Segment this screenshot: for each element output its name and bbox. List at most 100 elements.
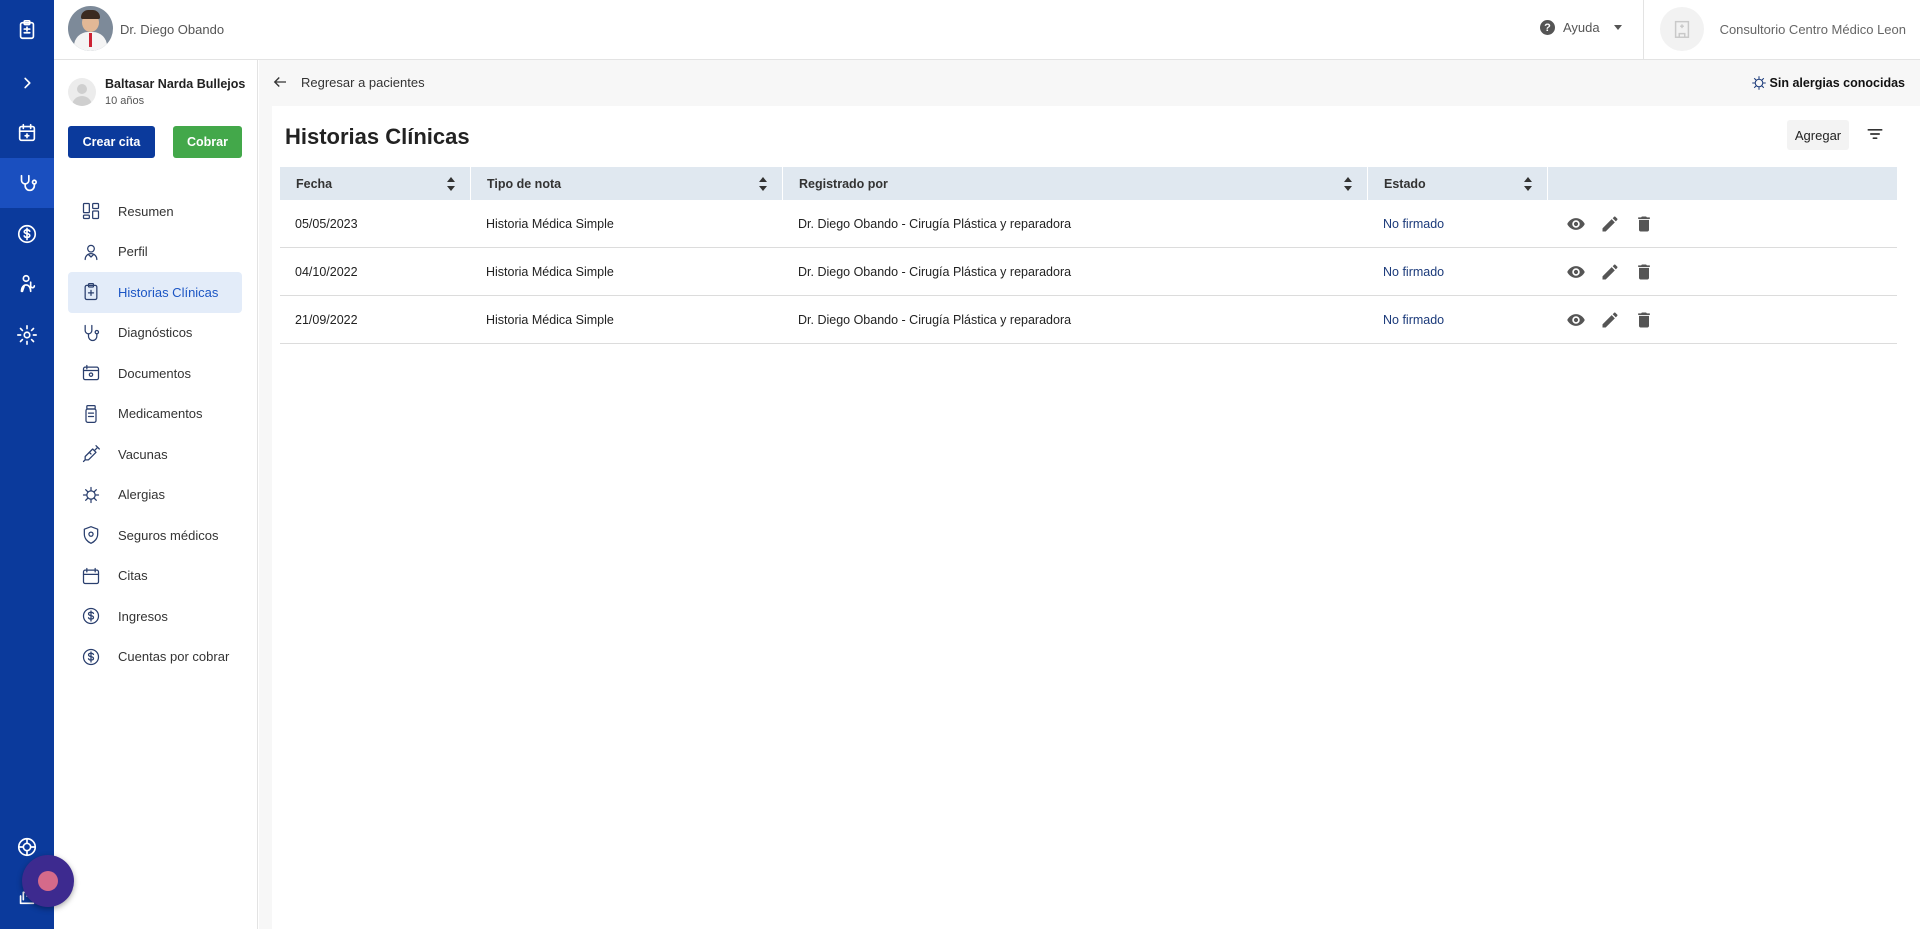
cell-estado: No firmado <box>1383 216 1445 231</box>
nav-item-label: Cuentas por cobrar <box>118 649 230 665</box>
nav-item-label: Ingresos <box>118 608 168 624</box>
cell-tipo: Historia Médica Simple <box>486 312 614 327</box>
cell-registrado: Dr. Diego Obando - Cirugía Plástica y re… <box>798 264 1072 279</box>
column-header-tipo[interactable]: Tipo de nota <box>471 167 783 200</box>
clinic-name[interactable]: Consultorio Centro Médico Leon <box>1720 22 1906 37</box>
view-button[interactable] <box>1564 260 1588 284</box>
chevron-right-icon <box>24 77 31 89</box>
row-actions <box>1548 260 1897 284</box>
back-to-patients-link[interactable]: Regresar a pacientes <box>271 73 425 91</box>
table-header: Fecha Tipo de nota Registrado por Estado <box>280 167 1897 200</box>
delete-button[interactable] <box>1632 308 1656 332</box>
column-header-estado[interactable]: Estado <box>1368 167 1548 200</box>
delete-button[interactable] <box>1632 260 1656 284</box>
support-icon <box>17 837 37 857</box>
divider <box>1643 0 1644 60</box>
rail-clipboard-button[interactable] <box>0 5 54 55</box>
add-record-button[interactable]: Agregar <box>1787 120 1849 150</box>
patients-icon <box>20 174 37 192</box>
nav-item-label: Resumen <box>118 203 174 219</box>
table-row[interactable]: 21/09/2022 Historia Médica Simple Dr. Di… <box>280 296 1897 344</box>
patient-nav: Resumen Perfil Historias Clínicas Diagnó… <box>68 191 242 677</box>
nav-item-cuentas-por-cobrar[interactable]: Cuentas por cobrar <box>68 637 242 678</box>
allergy-icon <box>82 486 100 503</box>
patient-age: 10 años <box>105 95 145 107</box>
edit-icon <box>1602 216 1618 231</box>
rail-settings-button[interactable] <box>0 310 54 360</box>
cell-tipo: Historia Médica Simple <box>486 216 614 231</box>
cell-tipo: Historia Médica Simple <box>486 264 614 279</box>
nav-item-label: Diagnósticos <box>118 325 193 341</box>
nav-item-medicamentos[interactable]: Medicamentos <box>68 394 242 435</box>
records-table: Fecha Tipo de nota Registrado por Estado… <box>280 167 1897 344</box>
doctor-name[interactable]: Dr. Diego Obando <box>120 22 224 37</box>
chevron-down-icon <box>1613 25 1622 30</box>
nav-item-seguros-medicos[interactable]: Seguros médicos <box>68 515 242 556</box>
help-menu[interactable]: ? Ayuda <box>1540 20 1622 35</box>
assistant-fab[interactable] <box>22 855 74 907</box>
filter-icon <box>1867 129 1883 139</box>
nav-item-label: Vacunas <box>118 446 168 462</box>
cell-fecha: 05/05/2023 <box>295 216 358 231</box>
settings-icon <box>17 325 37 345</box>
app-rail <box>0 0 54 929</box>
rail-calendar-button[interactable] <box>0 108 54 158</box>
sort-icon <box>1524 176 1533 191</box>
patient-name: Baltasar Narda Bullejos <box>105 77 246 91</box>
building-icon <box>1674 20 1690 38</box>
nav-item-label: Alergias <box>118 487 165 503</box>
nav-item-documentos[interactable]: Documentos <box>68 353 242 394</box>
row-actions <box>1548 212 1897 236</box>
patient-avatar <box>68 78 96 106</box>
cell-estado: No firmado <box>1383 264 1445 279</box>
nav-item-alergias[interactable]: Alergias <box>68 475 242 516</box>
nav-item-diagnosticos[interactable]: Diagnósticos <box>68 313 242 354</box>
view-icon <box>1567 313 1585 326</box>
column-header-fecha[interactable]: Fecha <box>280 167 471 200</box>
sort-icon <box>759 176 768 191</box>
column-header-registrado[interactable]: Registrado por <box>783 167 1368 200</box>
edit-button[interactable] <box>1598 212 1622 236</box>
clinic-logo[interactable] <box>1660 7 1704 51</box>
row-actions <box>1548 308 1897 332</box>
sort-icon <box>447 176 456 191</box>
allergy-label: Sin alergias conocidas <box>1769 76 1905 90</box>
nav-item-vacunas[interactable]: Vacunas <box>68 434 242 475</box>
delete-icon <box>1638 264 1650 279</box>
delete-icon <box>1638 216 1650 231</box>
delete-button[interactable] <box>1632 212 1656 236</box>
edit-icon <box>1602 312 1618 327</box>
rail-patients-button[interactable] <box>0 158 54 208</box>
rail-billing-button[interactable] <box>0 209 54 259</box>
dollar-icon <box>17 224 37 244</box>
create-appointment-button[interactable]: Crear cita <box>68 126 155 158</box>
sort-icon <box>1344 176 1353 191</box>
syringe-icon <box>82 445 100 463</box>
edit-button[interactable] <box>1598 308 1622 332</box>
column-header-actions <box>1548 167 1897 200</box>
nav-item-ingresos[interactable]: Ingresos <box>68 596 242 637</box>
nav-item-historias-clinicas[interactable]: Historias Clínicas <box>68 272 242 313</box>
filter-button[interactable] <box>1863 122 1887 146</box>
cell-estado: No firmado <box>1383 312 1445 327</box>
dashboard-icon <box>82 203 100 220</box>
cell-registrado: Dr. Diego Obando - Cirugía Plástica y re… <box>798 312 1072 327</box>
nav-item-label: Medicamentos <box>118 406 203 422</box>
view-button[interactable] <box>1564 212 1588 236</box>
allergy-icon <box>1751 76 1766 90</box>
doctor-avatar[interactable] <box>68 6 113 51</box>
table-row[interactable]: 04/10/2022 Historia Médica Simple Dr. Di… <box>280 248 1897 296</box>
edit-button[interactable] <box>1598 260 1622 284</box>
view-icon <box>1567 265 1585 278</box>
nav-item-perfil[interactable]: Perfil <box>68 232 242 273</box>
assistant-icon <box>38 871 58 891</box>
view-button[interactable] <box>1564 308 1588 332</box>
nav-item-citas[interactable]: Citas <box>68 556 242 597</box>
rail-doctors-button[interactable] <box>0 259 54 309</box>
back-label: Regresar a pacientes <box>301 74 425 90</box>
nav-item-label: Documentos <box>118 365 191 381</box>
charge-button[interactable]: Cobrar <box>173 126 242 158</box>
rail-expand-button[interactable] <box>0 58 54 108</box>
nav-item-resumen[interactable]: Resumen <box>68 191 242 232</box>
table-row[interactable]: 05/05/2023 Historia Médica Simple Dr. Di… <box>280 200 1897 248</box>
